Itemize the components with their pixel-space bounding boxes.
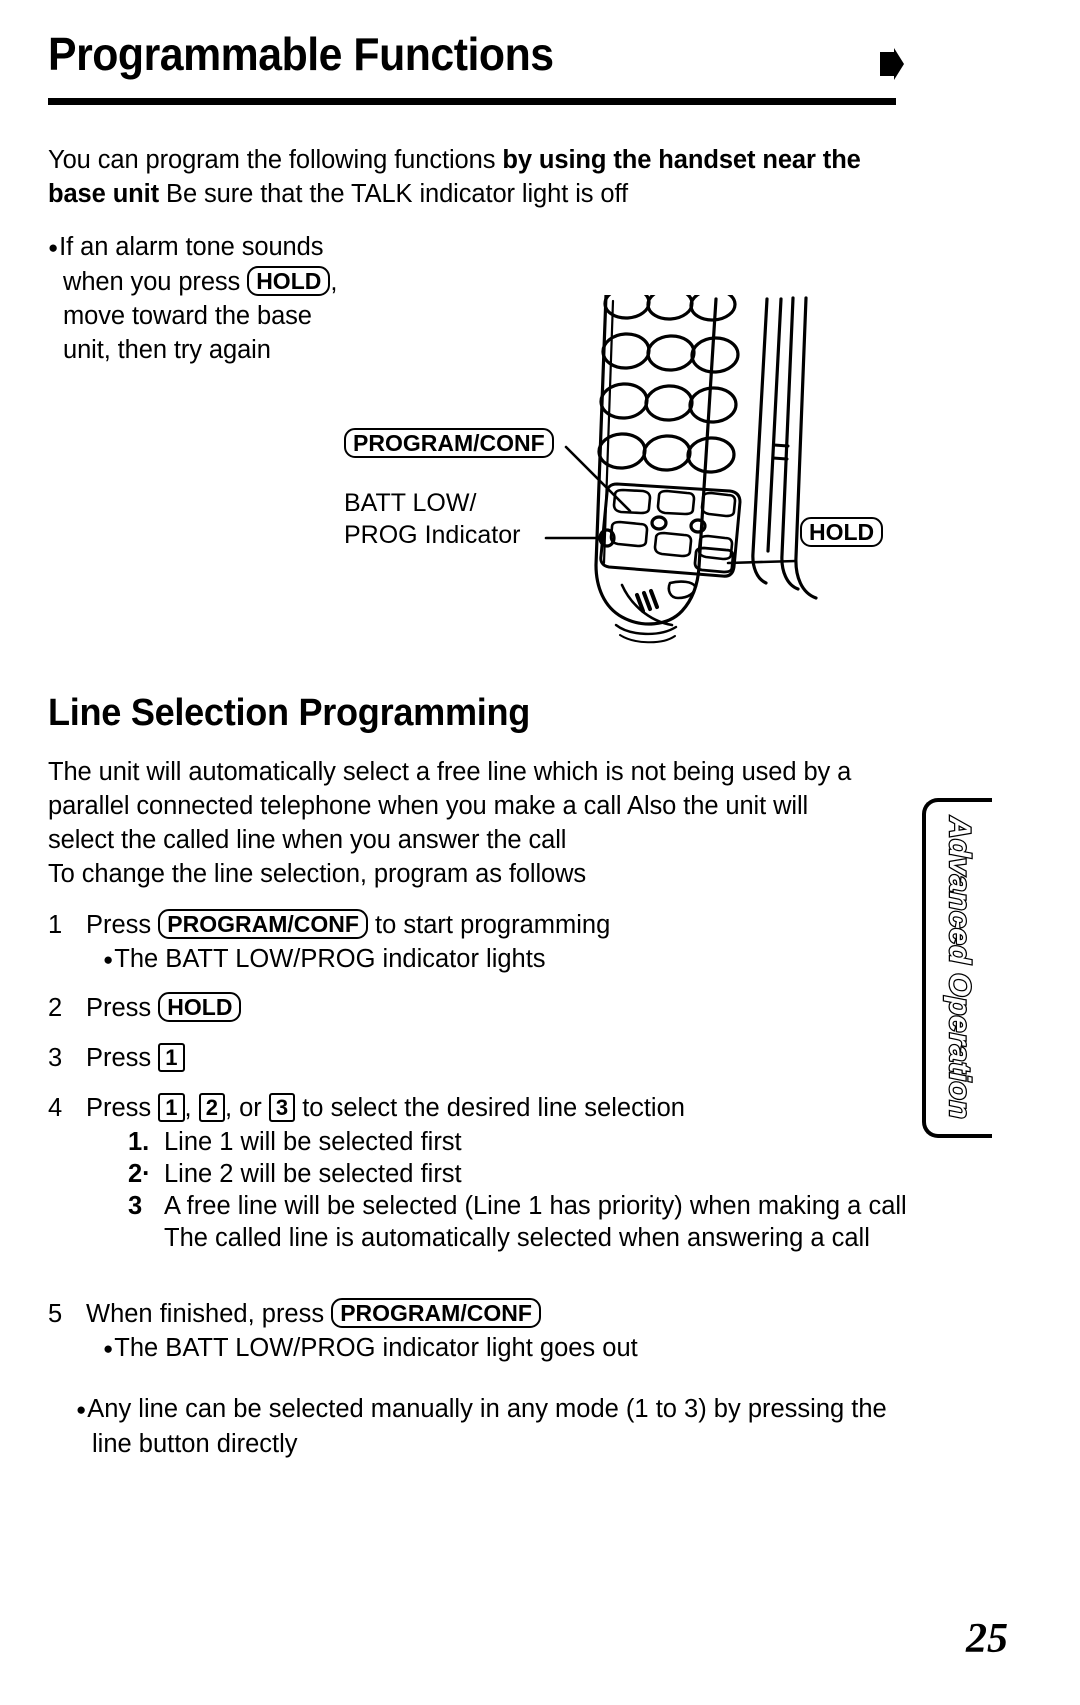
side-tab-label: Advanced Operation bbox=[942, 816, 978, 1121]
callout-batt-line-1: BATT LOW/ bbox=[344, 489, 477, 517]
option-3: 3 A free line will be selected (Line 1 h… bbox=[128, 1190, 924, 1254]
step-list: 1 Press PROGRAM/CONF to start programmin… bbox=[48, 908, 908, 1139]
step-5-pre: When finished, press bbox=[86, 1300, 332, 1328]
option-2-text: Line 2 will be selected first bbox=[164, 1160, 462, 1188]
step-1-number: 1 bbox=[48, 911, 63, 939]
step-4-sep-2: , or bbox=[224, 1094, 269, 1122]
step-1-pre: Press bbox=[86, 911, 159, 939]
section-heading: Line Selection Programming bbox=[48, 692, 531, 734]
line-selection-options: 1. Line 1 will be selected first 2· Line… bbox=[128, 1126, 918, 1254]
option-1: 1. Line 1 will be selected first bbox=[128, 1126, 918, 1158]
step-4: 4 Press 1, 2, or 3 to select the desired… bbox=[48, 1091, 908, 1125]
section-para-line-1: The unit will automatically select a fre… bbox=[48, 758, 852, 786]
callout-batt-low-prog: BATT LOW/ PROG Indicator bbox=[344, 487, 554, 551]
digit-1-keycap-step3: 1 bbox=[158, 1043, 185, 1072]
hold-keycap-figure: HOLD bbox=[800, 517, 884, 547]
hold-keycap: HOLD bbox=[247, 266, 331, 296]
header-divider bbox=[48, 98, 896, 105]
note-line-3: move toward the base bbox=[63, 302, 312, 330]
step-3-pre: Press bbox=[86, 1044, 159, 1072]
section-para-line-3: select the called line when you answer t… bbox=[48, 826, 567, 854]
digit-3-keycap-step4: 3 bbox=[268, 1093, 296, 1122]
step-4-number: 4 bbox=[48, 1094, 63, 1122]
program-conf-keycap-step1: PROGRAM/CONF bbox=[158, 909, 368, 939]
step-4-sep-1: , bbox=[184, 1094, 199, 1122]
step-5-number: 5 bbox=[48, 1300, 63, 1328]
callout-batt-line-2: PROG Indicator bbox=[344, 521, 521, 549]
program-conf-keycap-step5: PROGRAM/CONF bbox=[331, 1298, 541, 1328]
final-note: Any line can be selected manually in any… bbox=[76, 1392, 922, 1461]
section-paragraph: The unit will automatically select a fre… bbox=[48, 755, 910, 891]
step-3-number: 3 bbox=[48, 1044, 63, 1072]
note-line-1: If an alarm tone sounds bbox=[48, 230, 378, 265]
step-1-sub: The BATT LOW/PROG indicator lights bbox=[86, 942, 908, 977]
intro-text-1: You can program the following functions bbox=[48, 146, 503, 174]
option-1-text: Line 1 will be selected first bbox=[164, 1128, 462, 1156]
alarm-tone-note: If an alarm tone sounds when you press H… bbox=[48, 230, 378, 367]
note-line-2-post: , bbox=[330, 268, 338, 296]
digit-1-keycap-step4: 1 bbox=[158, 1093, 185, 1122]
right-arrow-icon bbox=[880, 48, 904, 80]
note-line-4: unit, then try again bbox=[63, 336, 271, 364]
step-2: 2 Press HOLD bbox=[48, 991, 908, 1025]
step-1-post: to start programming bbox=[367, 911, 611, 939]
step-5-sub: The BATT LOW/PROG indicator light goes o… bbox=[86, 1331, 908, 1366]
option-1-number: 1. bbox=[128, 1128, 150, 1156]
intro-text-2: Be sure that the TALK indicator light is… bbox=[159, 180, 628, 208]
page-number: 25 bbox=[966, 1616, 1008, 1662]
section-para-line-2: parallel connected telephone when you ma… bbox=[48, 792, 809, 820]
intro-paragraph: You can program the following functions … bbox=[48, 143, 898, 211]
step-4-pre: Press bbox=[86, 1094, 159, 1122]
page-header: Programmable Functions bbox=[48, 28, 904, 80]
note-line-2-pre: when you press bbox=[63, 268, 248, 296]
digit-2-keycap-step4: 2 bbox=[198, 1093, 225, 1122]
step-3: 3 Press 1 bbox=[48, 1041, 908, 1075]
section-para-line-4: To change the line selection, program as… bbox=[48, 860, 587, 888]
option-2-number: 2· bbox=[128, 1160, 151, 1188]
option-2: 2· Line 2 will be selected first bbox=[128, 1158, 918, 1190]
step-1: 1 Press PROGRAM/CONF to start programmin… bbox=[48, 908, 908, 977]
hold-keycap-step2: HOLD bbox=[158, 992, 242, 1022]
side-tab-advanced-operation: Advanced Operation bbox=[922, 798, 992, 1138]
callout-hold: HOLD bbox=[800, 517, 884, 549]
step-2-number: 2 bbox=[48, 994, 63, 1022]
handset-figure: PROGRAM/CONF BATT LOW/ PROG Indicator HO… bbox=[330, 286, 950, 655]
cordless-handset-illustration bbox=[544, 286, 818, 644]
option-3-text: A free line will be selected (Line 1 has… bbox=[164, 1192, 907, 1252]
step-2-pre: Press bbox=[86, 994, 159, 1022]
option-3-number: 3 bbox=[128, 1192, 143, 1220]
callout-program-conf: PROGRAM/CONF bbox=[344, 428, 554, 460]
page-title: Programmable Functions bbox=[48, 28, 554, 80]
step-4-post: to select the desired line selection bbox=[295, 1094, 685, 1122]
step-5: 5 When finished, press PROGRAM/CONF The … bbox=[48, 1297, 908, 1366]
program-conf-keycap: PROGRAM/CONF bbox=[344, 428, 554, 458]
